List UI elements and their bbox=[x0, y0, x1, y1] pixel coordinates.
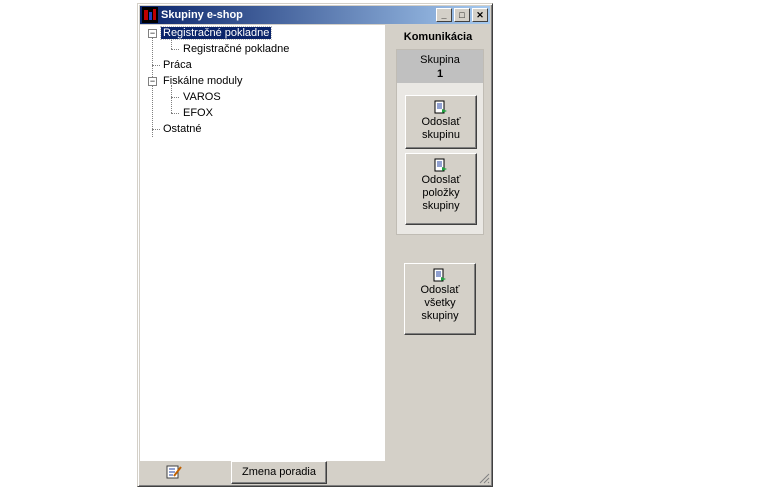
communication-title: Komunikácia bbox=[403, 31, 473, 43]
tree-branch-line bbox=[171, 97, 179, 98]
tree-item-label: VAROS bbox=[183, 91, 221, 103]
tree-item-label: EFOX bbox=[183, 107, 213, 119]
resize-grip-icon[interactable] bbox=[478, 472, 490, 484]
edit-icon[interactable] bbox=[166, 464, 182, 480]
minimize-button[interactable]: _ bbox=[436, 8, 452, 22]
tree-item-label: Práca bbox=[163, 59, 192, 71]
skupiny-window: Skupiny e-shop _ □ ✕ − − Registračné pok… bbox=[137, 3, 493, 487]
send-group-label: Odoslať skupinu bbox=[421, 116, 461, 141]
send-document-icon bbox=[434, 100, 447, 114]
tree-branch-line bbox=[152, 65, 160, 66]
send-document-icon bbox=[433, 268, 446, 282]
group-number: 1 bbox=[436, 68, 444, 80]
collapse-toggle[interactable]: − bbox=[148, 29, 157, 38]
group-box: Skupina 1 Odoslať skupinu Odoslať položk… bbox=[396, 49, 484, 235]
tree-branch-line bbox=[171, 49, 179, 50]
tree-item-label: Fiskálne moduly bbox=[163, 75, 243, 87]
send-items-button[interactable]: Odoslať položky skupiny bbox=[405, 153, 477, 225]
group-label: Skupina bbox=[420, 54, 460, 66]
tree-branch-line bbox=[152, 129, 160, 130]
communication-panel: Komunikácia Skupina 1 Odoslať skupinu Od… bbox=[386, 25, 490, 465]
send-group-button[interactable]: Odoslať skupinu bbox=[405, 95, 477, 149]
tree-root-line bbox=[152, 37, 153, 137]
send-all-groups-label: Odoslať všetky skupiny bbox=[420, 284, 460, 322]
tree-item-label: Registračné pokladne bbox=[183, 43, 290, 55]
title-bar[interactable]: Skupiny e-shop _ □ ✕ bbox=[140, 6, 490, 24]
maximize-button[interactable]: □ bbox=[454, 8, 470, 22]
change-order-button[interactable]: Zmena poradia bbox=[231, 461, 327, 484]
group-header: Skupina 1 bbox=[397, 50, 483, 83]
send-document-icon bbox=[434, 158, 447, 172]
tree-item-registracne-pokladne[interactable]: Registračné pokladne bbox=[159, 25, 273, 41]
tree-item-praca[interactable]: Práca bbox=[161, 57, 194, 73]
close-button[interactable]: ✕ bbox=[472, 8, 488, 22]
send-items-label: Odoslať položky skupiny bbox=[421, 174, 461, 212]
tree-item-ostatne[interactable]: Ostatné bbox=[161, 121, 204, 137]
tree-item-fiskalne-moduly[interactable]: Fiskálne moduly bbox=[161, 73, 244, 89]
tree-item-registracne-pokladne-child[interactable]: Registračné pokladne bbox=[181, 41, 291, 57]
tree-branch-line bbox=[171, 113, 179, 114]
window-title: Skupiny e-shop bbox=[161, 9, 243, 21]
collapse-toggle[interactable]: − bbox=[148, 77, 157, 86]
tree-item-varos[interactable]: VAROS bbox=[181, 89, 223, 105]
tree-branch-line bbox=[171, 85, 172, 113]
tree-item-label: Registračné pokladne bbox=[159, 26, 273, 40]
bottom-bar: Zmena poradia bbox=[140, 461, 490, 485]
send-all-groups-button[interactable]: Odoslať všetky skupiny bbox=[404, 263, 476, 335]
tree-item-efox[interactable]: EFOX bbox=[181, 105, 215, 121]
app-icon bbox=[142, 7, 158, 23]
tree-item-label: Ostatné bbox=[163, 123, 202, 135]
group-tree[interactable]: − − Registračné pokladne Registračné pok… bbox=[140, 25, 385, 461]
